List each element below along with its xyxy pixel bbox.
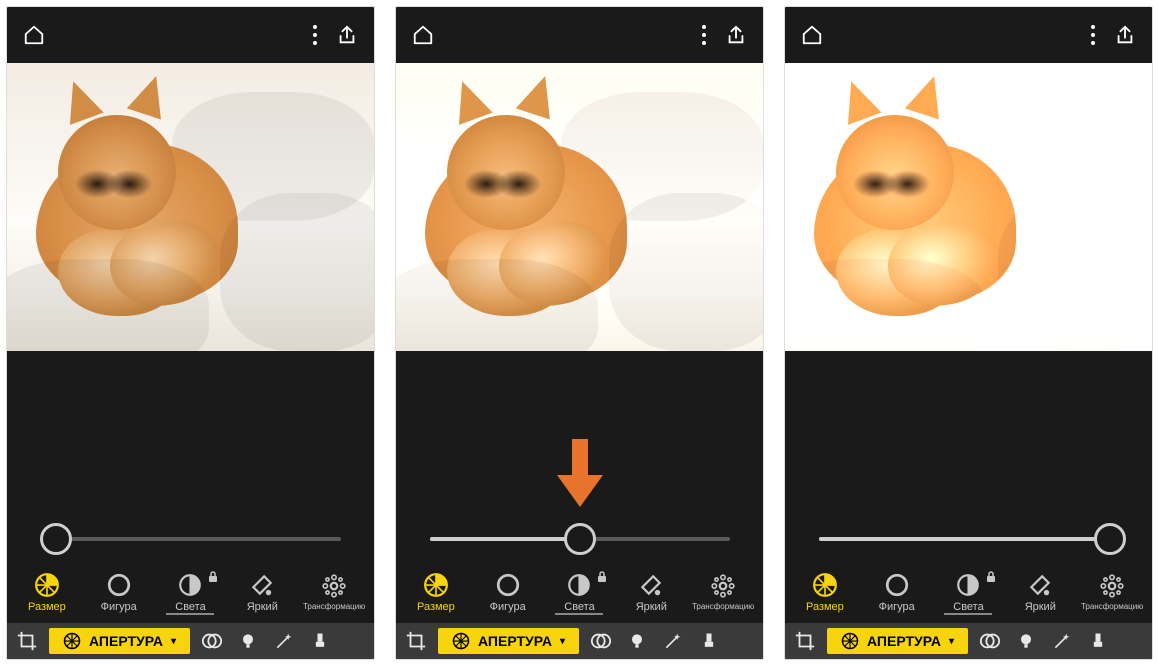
tool-light[interactable]: Света [545,572,613,613]
image-canvas[interactable] [7,63,374,351]
tool-size[interactable]: Размер [402,572,470,613]
tool-transform[interactable]: Трансформацию [689,573,757,611]
aperture-size-slider[interactable] [430,537,730,541]
lock-icon [597,570,607,588]
tool-shape-label: Фигура [879,601,915,613]
tool-light-label: Света [953,601,983,613]
bottom-toolbar: АПЕРТУРА ▾ [785,623,1152,659]
tool-bright-label: Яркий [636,601,667,613]
aperture-mode-button[interactable]: АПЕРТУРА ▾ [438,628,579,654]
tool-size[interactable]: Размер [13,572,81,613]
tool-bright[interactable]: Яркий [617,572,685,613]
crop-icon[interactable] [402,630,430,652]
brush-icon[interactable] [1084,631,1112,651]
slider-area [785,351,1152,561]
image-canvas[interactable] [396,63,763,351]
tool-size-label: Размер [28,601,66,613]
slider-area [396,351,763,561]
tool-light[interactable]: Света [156,572,224,613]
chevron-down-icon: ▾ [560,636,565,647]
three-panel-stage: Размер Фигура Света Яркий Трансформацию [0,0,1159,666]
bulb-icon[interactable] [623,631,651,651]
tool-bright-label: Яркий [247,601,278,613]
wand-icon[interactable] [1048,631,1076,651]
aperture-size-slider[interactable] [41,537,341,541]
tool-transform-label: Трансформацию [1081,602,1143,611]
brush-icon[interactable] [695,631,723,651]
tool-transform-label: Трансформацию [692,602,754,611]
tool-tabs: Размер Фигура Света Яркий Трансформацию [7,561,374,623]
top-bar [785,7,1152,63]
slider-thumb[interactable] [564,523,596,555]
editor-panel-1: Размер Фигура Света Яркий Трансформацию [6,6,375,660]
tool-tabs: Размер Фигура Света Яркий Трансформацию [785,561,1152,623]
tool-shape[interactable]: Фигура [863,572,931,613]
tool-size[interactable]: Размер [791,572,859,613]
aperture-label: АПЕРТУРА [867,633,941,649]
brush-icon[interactable] [306,631,334,651]
tool-size-label: Размер [417,601,455,613]
tool-light-label: Света [564,601,594,613]
tool-bright[interactable]: Яркий [1006,572,1074,613]
tool-shape[interactable]: Фигура [474,572,542,613]
more-icon[interactable] [312,24,318,46]
top-bar [7,7,374,63]
aperture-label: АПЕРТУРА [89,633,163,649]
crop-icon[interactable] [13,630,41,652]
slider-thumb[interactable] [1094,523,1126,555]
bulb-icon[interactable] [1012,631,1040,651]
tool-shape[interactable]: Фигура [85,572,153,613]
filters-icon[interactable] [198,630,226,652]
lock-icon [986,570,996,588]
tutorial-arrow-icon [557,439,603,507]
bottom-toolbar: АПЕРТУРА ▾ [7,623,374,659]
aperture-size-slider[interactable] [819,537,1119,541]
filters-icon[interactable] [976,630,1004,652]
home-icon[interactable] [801,24,823,46]
more-icon[interactable] [1090,24,1096,46]
tool-tabs: Размер Фигура Света Яркий Трансформацию [396,561,763,623]
share-icon[interactable] [1114,24,1136,46]
tool-transform-label: Трансформацию [303,602,365,611]
wand-icon[interactable] [659,631,687,651]
home-icon[interactable] [412,24,434,46]
tool-shape-label: Фигура [490,601,526,613]
aperture-label: АПЕРТУРА [478,633,552,649]
image-canvas[interactable] [785,63,1152,351]
top-bar [396,7,763,63]
chevron-down-icon: ▾ [171,636,176,647]
wand-icon[interactable] [270,631,298,651]
share-icon[interactable] [336,24,358,46]
aperture-mode-button[interactable]: АПЕРТУРА ▾ [49,628,190,654]
tool-size-label: Размер [806,601,844,613]
crop-icon[interactable] [791,630,819,652]
share-icon[interactable] [725,24,747,46]
more-icon[interactable] [701,24,707,46]
tool-transform[interactable]: Трансформацию [300,573,368,611]
tool-shape-label: Фигура [101,601,137,613]
lock-icon [208,570,218,588]
editor-panel-3: Размер Фигура Света Яркий Трансформацию … [784,6,1153,660]
tool-bright-label: Яркий [1025,601,1056,613]
tool-light-label: Света [175,601,205,613]
bulb-icon[interactable] [234,631,262,651]
bottom-toolbar: АПЕРТУРА ▾ [396,623,763,659]
editor-panel-2: Размер Фигура Света Яркий Трансформацию … [395,6,764,660]
tool-light[interactable]: Света [934,572,1002,613]
filters-icon[interactable] [587,630,615,652]
edited-photo [785,63,1152,351]
edited-photo [7,63,374,351]
tool-transform[interactable]: Трансформацию [1078,573,1146,611]
slider-thumb[interactable] [40,523,72,555]
chevron-down-icon: ▾ [949,636,954,647]
home-icon[interactable] [23,24,45,46]
slider-area [7,351,374,561]
edited-photo [396,63,763,351]
tool-bright[interactable]: Яркий [228,572,296,613]
aperture-mode-button[interactable]: АПЕРТУРА ▾ [827,628,968,654]
